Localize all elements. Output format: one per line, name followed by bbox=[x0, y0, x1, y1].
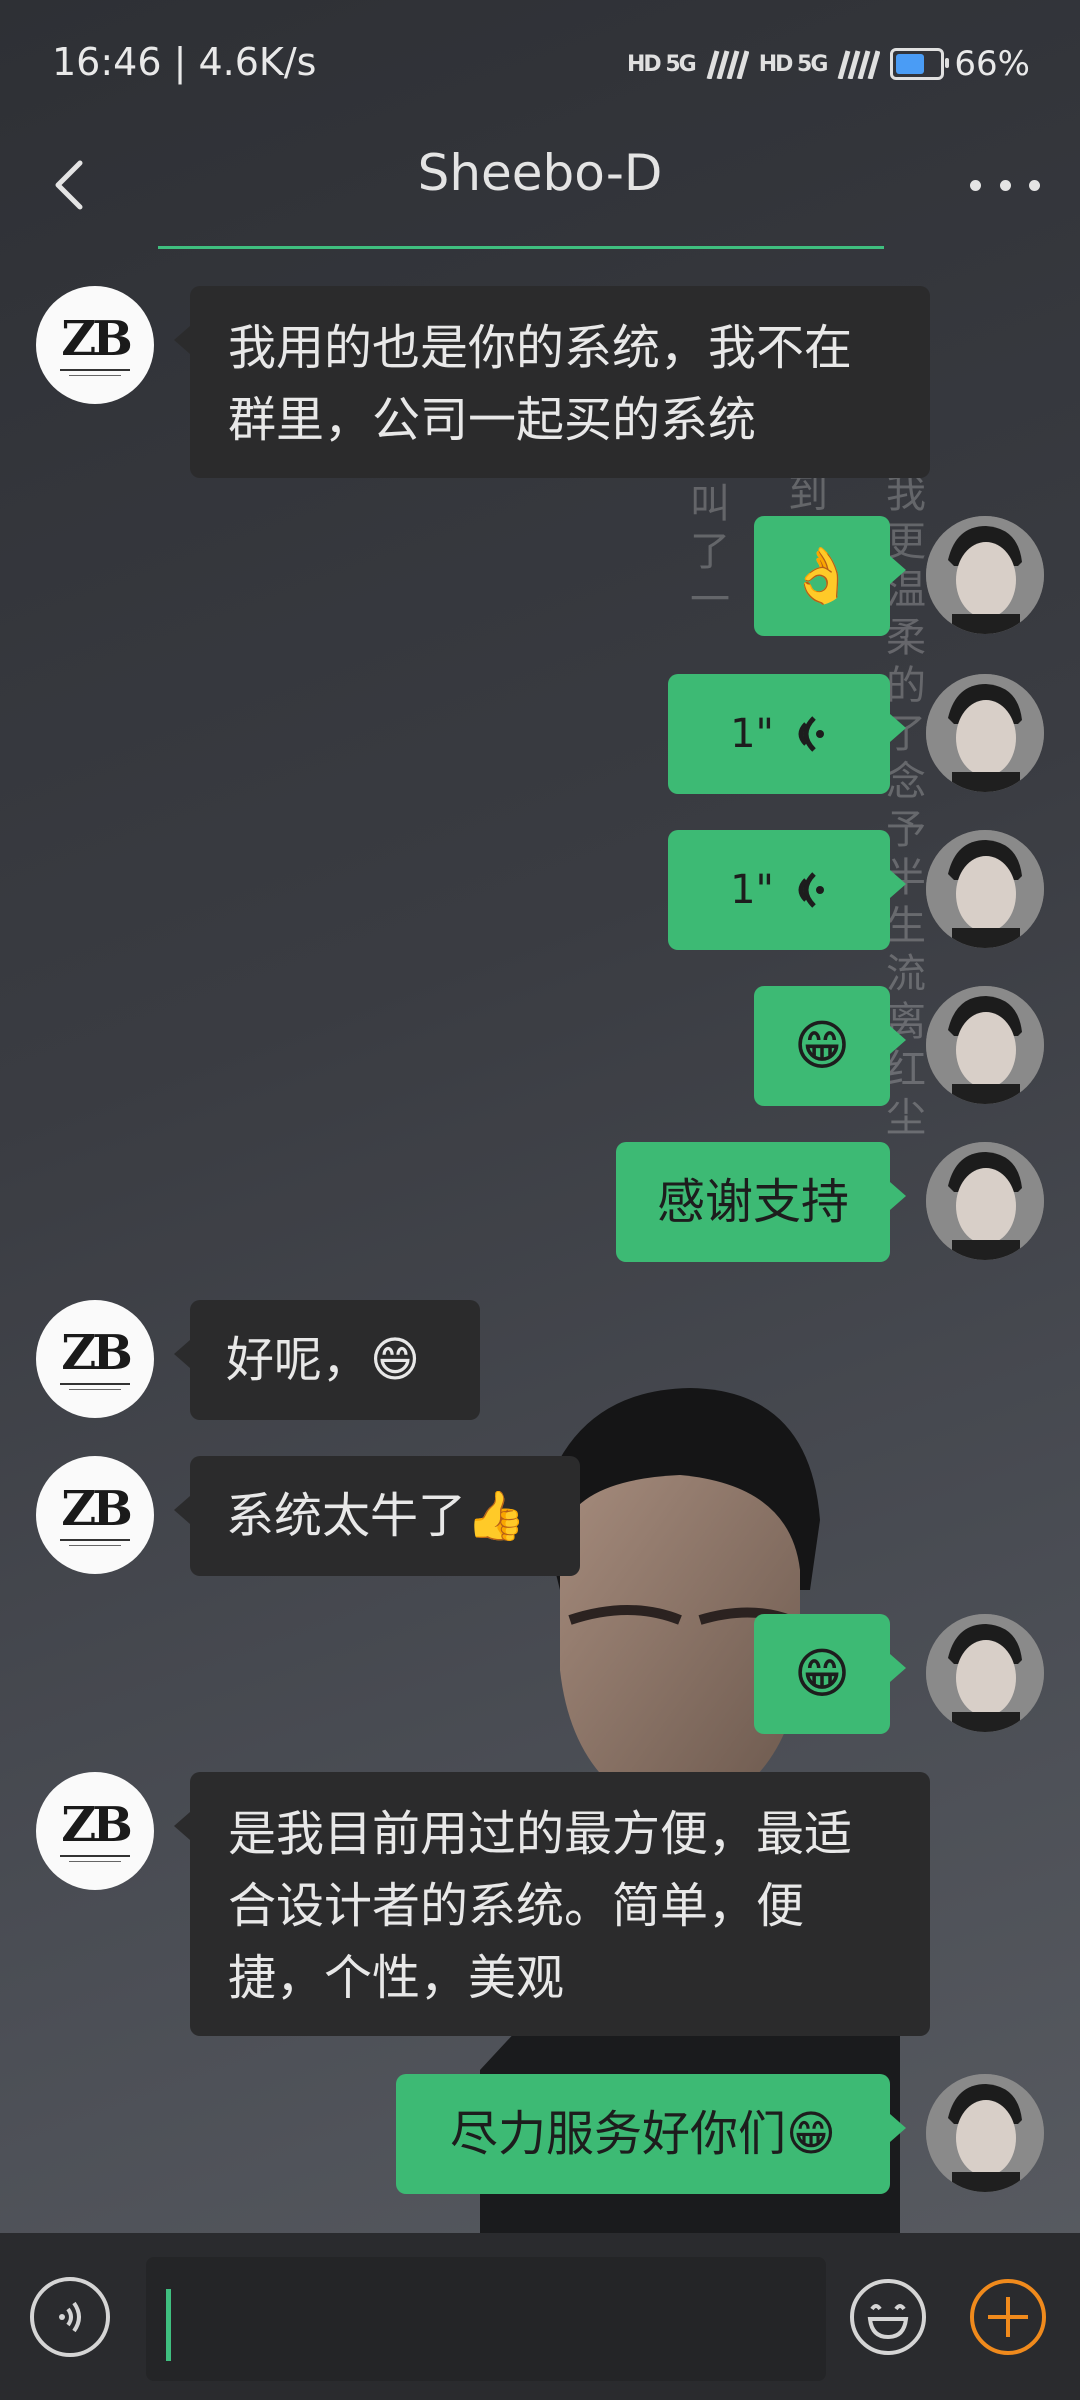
contact-avatar[interactable]: ZB bbox=[36, 1456, 154, 1574]
my-avatar[interactable] bbox=[926, 2074, 1044, 2192]
message-text: 系统太牛了👍 bbox=[226, 1488, 526, 1544]
input-bar bbox=[0, 2233, 1080, 2400]
signal-bars-icon bbox=[838, 50, 881, 79]
ok-hand-emoji: 👌 bbox=[788, 544, 856, 607]
battery-icon bbox=[890, 48, 950, 80]
message-bubble-incoming[interactable]: 我用的也是你的系统，我不在群里，公司一起买的系统 bbox=[174, 286, 930, 478]
voice-message-bubble[interactable]: 1" bbox=[668, 830, 906, 950]
message-text: 我用的也是你的系统，我不在群里，公司一起买的系统 bbox=[228, 320, 853, 448]
signal-5g-icon: HD 5G bbox=[627, 51, 697, 77]
signal-5g-icon: HD 5G bbox=[758, 51, 829, 77]
signal-bars-icon bbox=[706, 50, 749, 79]
text-cursor bbox=[166, 2289, 171, 2361]
message-input[interactable] bbox=[146, 2257, 826, 2381]
contact-avatar[interactable]: ZB bbox=[36, 1772, 154, 1890]
message-text: 好呢，😄 bbox=[226, 1332, 421, 1388]
contact-avatar[interactable]: ZB bbox=[36, 286, 154, 404]
smiley-emoji: 😁 bbox=[793, 1642, 851, 1705]
my-avatar[interactable] bbox=[926, 986, 1044, 1104]
more-options-icon[interactable] bbox=[970, 155, 1040, 215]
message-bubble-outgoing[interactable]: 😁 bbox=[754, 1614, 906, 1734]
smiley-emoji: 😁 bbox=[793, 1014, 851, 1077]
my-avatar[interactable] bbox=[926, 1142, 1044, 1260]
add-attachment-icon[interactable] bbox=[968, 2277, 1048, 2357]
message-text: 感谢支持 bbox=[656, 1174, 849, 1230]
my-avatar[interactable] bbox=[926, 830, 1044, 948]
message-bubble-outgoing[interactable]: 👌 bbox=[754, 516, 906, 636]
message-bubble-incoming[interactable]: 好呢，😄 bbox=[174, 1300, 480, 1420]
battery-percent: 66% bbox=[954, 44, 1030, 84]
voice-wave-icon bbox=[798, 872, 824, 908]
message-text: 尽力服务好你们😁 bbox=[449, 2106, 837, 2162]
background-calligraphy-column: 叫了一 bbox=[690, 481, 730, 623]
emoji-button-icon[interactable] bbox=[848, 2277, 928, 2357]
message-bubble-outgoing[interactable]: 尽力服务好你们😁 bbox=[396, 2074, 906, 2194]
message-bubble-outgoing[interactable]: 感谢支持 bbox=[616, 1142, 906, 1262]
message-bubble-outgoing[interactable]: 😁 bbox=[754, 986, 906, 1106]
voice-wave-icon bbox=[798, 716, 824, 752]
voice-duration: 1" bbox=[730, 867, 774, 913]
contact-avatar[interactable]: ZB bbox=[36, 1300, 154, 1418]
voice-duration: 1" bbox=[730, 711, 774, 757]
my-avatar[interactable] bbox=[926, 516, 1044, 634]
message-bubble-incoming[interactable]: 是我目前用过的最方便，最适合设计者的系统。简单，便捷，个性，美观 bbox=[174, 1772, 930, 2036]
status-time: 16:46 | 4.6K/s bbox=[52, 40, 317, 84]
message-text: 是我目前用过的最方便，最适合设计者的系统。简单，便捷，个性，美观 bbox=[228, 1806, 853, 2006]
message-bubble-incoming[interactable]: 系统太牛了👍 bbox=[174, 1456, 580, 1576]
voice-message-bubble[interactable]: 1" bbox=[668, 674, 906, 794]
my-avatar[interactable] bbox=[926, 674, 1044, 792]
status-bar: 16:46 | 4.6K/s HD 5G HD 5G 66% bbox=[0, 0, 1080, 130]
background-calligraphy-column: 我更温柔的了念予半生流离红尘 bbox=[886, 471, 926, 1141]
voice-icon bbox=[59, 2301, 81, 2333]
header-divider bbox=[158, 246, 884, 249]
chat-title: Sheebo-D bbox=[417, 144, 663, 202]
chat-header: Sheebo-D bbox=[0, 130, 1080, 250]
voice-input-button[interactable] bbox=[30, 2277, 110, 2357]
my-avatar[interactable] bbox=[926, 1614, 1044, 1732]
